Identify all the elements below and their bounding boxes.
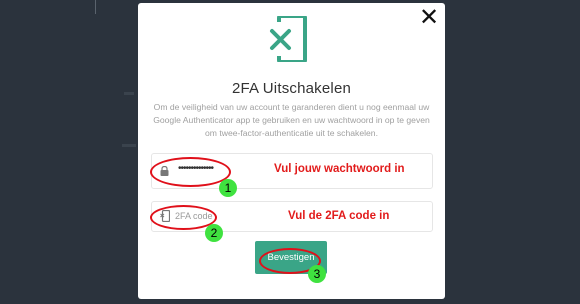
disable-2fa-modal: ✕ 2FA Uitschakelen Om de veiligheid van …: [138, 3, 445, 299]
lock-icon: [160, 166, 169, 176]
password-value: ••••••••••••••: [178, 163, 214, 174]
hint-code: Vul de 2FA code in: [288, 210, 390, 222]
step-badge-2: 2: [205, 224, 223, 242]
step-badge-3: 3: [308, 265, 326, 283]
phone-icon: [160, 210, 170, 222]
hint-password: Vul jouw wachtwoord in: [274, 163, 405, 175]
phone-x-icon: [270, 16, 307, 62]
background-text-ghost: [124, 92, 134, 95]
modal-description: Om de veiligheid van uw account te garan…: [153, 102, 430, 138]
background-divider: [95, 0, 96, 14]
modal-title: 2FA Uitschakelen: [231, 80, 352, 97]
background-text-ghost: [122, 144, 136, 147]
close-icon[interactable]: ✕: [419, 5, 439, 29]
2fa-code-placeholder: 2FA code: [175, 211, 213, 221]
step-badge-1: 1: [219, 179, 237, 197]
